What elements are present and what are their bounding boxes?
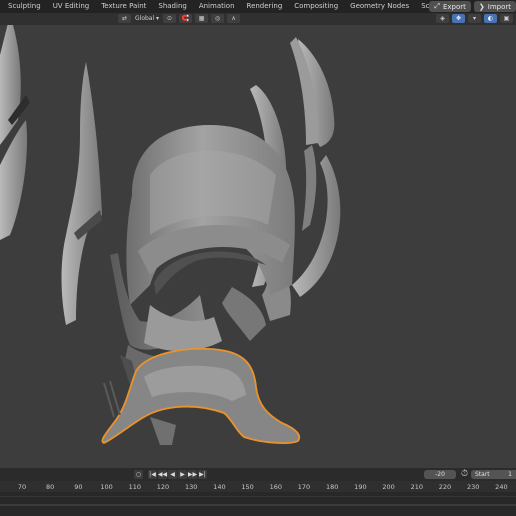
import-button[interactable]: ❯ Import bbox=[473, 1, 516, 12]
viewport-display-group: ◈ ✥ ▾ ◐ ▣ ● bbox=[436, 14, 516, 23]
ruler-tick-label: 230 bbox=[466, 483, 480, 491]
timeline-track[interactable] bbox=[0, 492, 516, 516]
ruler-tick-label: 120 bbox=[156, 483, 170, 491]
snap-grid-icon[interactable]: ▦ bbox=[195, 14, 209, 23]
ruler-tick-label: 80 bbox=[46, 483, 55, 491]
start-label: Start bbox=[475, 471, 490, 478]
visibility-icon[interactable]: ◈ bbox=[436, 14, 449, 23]
ruler-tick-label: 110 bbox=[128, 483, 142, 491]
top-right-buttons: ⤢ Export ❯ Import bbox=[429, 1, 516, 12]
clock-icon[interactable]: ⏱ bbox=[461, 469, 468, 480]
start-value: 1 bbox=[508, 471, 512, 478]
overlays-icon[interactable]: ◐ bbox=[484, 14, 497, 23]
import-label: Import bbox=[487, 2, 511, 11]
workspace-tab[interactable]: Shading bbox=[152, 0, 192, 13]
record-icon[interactable]: ○ bbox=[134, 470, 143, 479]
ruler-tick-label: 100 bbox=[100, 483, 113, 491]
workspace-tabs: Sculpting UV Editing Texture Paint Shading A… bbox=[0, 0, 474, 13]
xray-icon[interactable]: ▣ bbox=[500, 14, 513, 23]
timeline-ruler[interactable]: 70 80 90 100 110 120 130 140 150 160 170 180 190 200 2… bbox=[0, 481, 516, 492]
ruler-tick-label: 90 bbox=[74, 483, 83, 491]
start-frame-field[interactable]: Start 1 bbox=[471, 470, 516, 479]
workspace-tab[interactable]: UV Editing bbox=[47, 0, 96, 13]
ruler-tick-label: 70 bbox=[17, 483, 27, 491]
ruler-tick-label: 210 bbox=[410, 483, 424, 491]
workspace-tab[interactable]: Texture Paint bbox=[95, 0, 152, 13]
viewport-header: ⇄ Global ▾ ⊙ 🧲 ▦ ◎ ∧ ◈ ✥ ▾ ◐ ▣ ● bbox=[0, 13, 516, 25]
ruler-tick-label: 220 bbox=[438, 483, 452, 491]
left-fin-top bbox=[0, 25, 21, 145]
export-label: Export bbox=[442, 2, 466, 11]
transform-orientation-group: ⇄ Global ▾ ⊙ 🧲 ▦ ◎ ∧ bbox=[118, 14, 241, 23]
viewport-canvas[interactable] bbox=[0, 25, 516, 465]
play-icon[interactable]: ▶ bbox=[178, 470, 187, 479]
ruler-tick-label: 130 bbox=[184, 483, 198, 491]
ruler-tick-label: 200 bbox=[382, 483, 395, 491]
gizmo-icon[interactable]: ✥ bbox=[452, 14, 465, 23]
chevron-right-icon: ❯ bbox=[478, 2, 485, 11]
workspace-tab[interactable]: Rendering bbox=[241, 0, 289, 13]
right-fin-small bbox=[302, 145, 317, 231]
jump-start-icon[interactable]: |◀ bbox=[148, 470, 157, 479]
orientation-dropdown[interactable]: Global ▾ bbox=[134, 14, 160, 23]
next-keyframe-icon[interactable]: ▶▶ bbox=[188, 470, 197, 479]
track-divider bbox=[0, 496, 516, 497]
proportional-icon[interactable]: ◎ bbox=[211, 14, 225, 23]
orientation-label: Global bbox=[135, 15, 155, 22]
ruler-tick-label: 160 bbox=[269, 483, 283, 491]
collar-lower-strip bbox=[150, 417, 176, 445]
export-icon: ⤢ bbox=[434, 2, 440, 10]
scrollbar[interactable] bbox=[0, 504, 516, 506]
proportional-falloff-icon[interactable]: ∧ bbox=[227, 14, 241, 23]
left-tall-fin bbox=[61, 62, 102, 325]
prev-keyframe-icon[interactable]: ◀◀ bbox=[158, 470, 167, 479]
play-reverse-icon[interactable]: ◀ bbox=[168, 470, 177, 479]
ruler-tick-label: 240 bbox=[495, 483, 508, 491]
overlay-dropdown-icon[interactable]: ▾ bbox=[468, 14, 481, 23]
orientation-icon[interactable]: ⇄ bbox=[118, 14, 131, 23]
workspace-bar: Sculpting UV Editing Texture Paint Shading A… bbox=[0, 0, 516, 13]
playback-controls: ○ |◀ ◀◀ ◀ ▶ ▶▶ ▶| bbox=[134, 470, 207, 479]
workspace-tab[interactable]: Geometry Nodes bbox=[344, 0, 415, 13]
ruler-tick-label: 190 bbox=[354, 483, 367, 491]
workspace-tab[interactable]: Sculpting bbox=[0, 0, 47, 13]
collar-straps bbox=[103, 380, 121, 418]
ruler-tick-label: 170 bbox=[297, 483, 311, 491]
snap-icon[interactable]: 🧲 bbox=[179, 14, 193, 23]
ruler-tick-label: 140 bbox=[213, 483, 226, 491]
workspace-tab[interactable]: Animation bbox=[193, 0, 241, 13]
workspace-tab[interactable]: Compositing bbox=[288, 0, 344, 13]
timeline-header: ○ |◀ ◀◀ ◀ ▶ ▶▶ ▶| -20 ⏱ Start 1 bbox=[0, 468, 516, 481]
3d-viewport[interactable] bbox=[0, 25, 516, 465]
ruler-tick-label: 150 bbox=[241, 483, 254, 491]
helmet-jaw-right bbox=[222, 287, 266, 341]
ruler-tick-label: 180 bbox=[325, 483, 339, 491]
current-frame-field[interactable]: -20 bbox=[424, 470, 456, 479]
pivot-icon[interactable]: ⊙ bbox=[163, 14, 177, 23]
jump-end-icon[interactable]: ▶| bbox=[198, 470, 207, 479]
chevron-down-icon: ▾ bbox=[154, 15, 160, 22]
export-button[interactable]: ⤢ Export bbox=[429, 1, 471, 12]
